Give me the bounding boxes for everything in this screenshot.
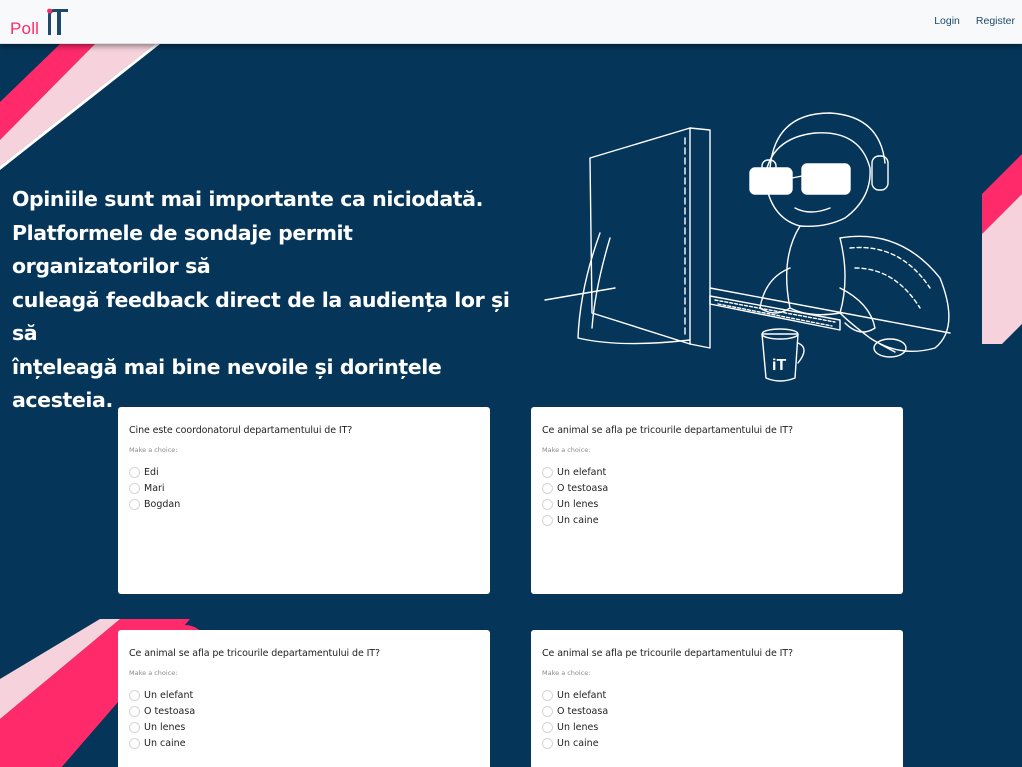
poll-option[interactable]: Mari (129, 480, 479, 496)
poll-option[interactable]: Un lenes (542, 719, 892, 735)
poll-option[interactable]: Edi (129, 464, 479, 480)
poll-option[interactable]: Un lenes (129, 719, 479, 735)
poll-question: Ce animal se afla pe tricourile departam… (542, 425, 793, 436)
login-link[interactable]: Login (934, 15, 960, 27)
poll-option[interactable]: O testoasa (542, 703, 892, 719)
top-navbar: Poll Login Register (0, 0, 1022, 44)
hero-line-1: Opiniile sunt mai importante ca niciodat… (12, 187, 483, 211)
logo-text: Poll (10, 19, 40, 38)
poll-option[interactable]: Un caine (542, 736, 892, 752)
radio-button[interactable] (129, 689, 140, 701)
radio-button[interactable] (129, 738, 140, 750)
poll-option[interactable]: Un lenes (542, 496, 892, 512)
poll-card-1: Cine este coordonatorul departamentului … (118, 407, 490, 594)
decorative-stripe-right (982, 154, 1022, 344)
radio-button[interactable] (129, 498, 140, 510)
pollit-logo[interactable]: Poll (10, 7, 74, 39)
poll-option[interactable]: Un caine (542, 513, 892, 529)
radio-button[interactable] (129, 721, 140, 733)
decorative-stripe-top-left (0, 44, 160, 170)
hero-line-3: culeagă feedback direct de la audiența l… (12, 287, 510, 346)
radio-button[interactable] (129, 705, 140, 717)
radio-button[interactable] (542, 721, 553, 733)
poll-card-2: Ce animal se afla pe tricourile departam… (531, 407, 903, 594)
poll-option[interactable]: Un elefant (542, 687, 892, 703)
poll-hint: Make a choice: (129, 446, 178, 454)
poll-option[interactable]: O testoasa (542, 480, 892, 496)
poll-option[interactable]: Bogdan (129, 496, 479, 512)
hero-section: Opiniile sunt mai importante ca niciodat… (0, 44, 1022, 767)
svg-text:iT: iT (772, 357, 786, 374)
poll-card-3: Ce animal se afla pe tricourile departam… (118, 630, 490, 767)
radio-button[interactable] (542, 705, 553, 717)
poll-hint: Make a choice: (542, 446, 591, 454)
hero-line-2: Platformele de sondaje permit organizato… (12, 220, 353, 279)
poll-hint: Make a choice: (542, 669, 591, 677)
register-link[interactable]: Register (976, 15, 1015, 27)
radio-button[interactable] (542, 689, 553, 701)
poll-hint: Make a choice: (129, 669, 178, 677)
poll-question: Ce animal se afla pe tricourile departam… (542, 648, 793, 659)
turtle-at-computer-illustration: iT (544, 112, 951, 382)
logo-it-mark-icon (47, 8, 68, 35)
poll-option[interactable]: Un elefant (129, 687, 479, 703)
poll-option[interactable]: O testoasa (129, 703, 479, 719)
radio-button[interactable] (542, 466, 553, 478)
radio-button[interactable] (129, 482, 140, 494)
poll-card-4: Ce animal se afla pe tricourile departam… (531, 630, 903, 767)
poll-option[interactable]: Un elefant (542, 464, 892, 480)
radio-button[interactable] (129, 466, 140, 478)
radio-button[interactable] (542, 498, 553, 510)
hero-tagline: Opiniile sunt mai importante ca niciodat… (12, 183, 522, 418)
radio-button[interactable] (542, 738, 553, 750)
poll-option[interactable]: Un caine (129, 736, 479, 752)
poll-question: Cine este coordonatorul departamentului … (129, 425, 353, 436)
radio-button[interactable] (542, 482, 553, 494)
poll-question: Ce animal se afla pe tricourile departam… (129, 648, 380, 659)
radio-button[interactable] (542, 515, 553, 527)
